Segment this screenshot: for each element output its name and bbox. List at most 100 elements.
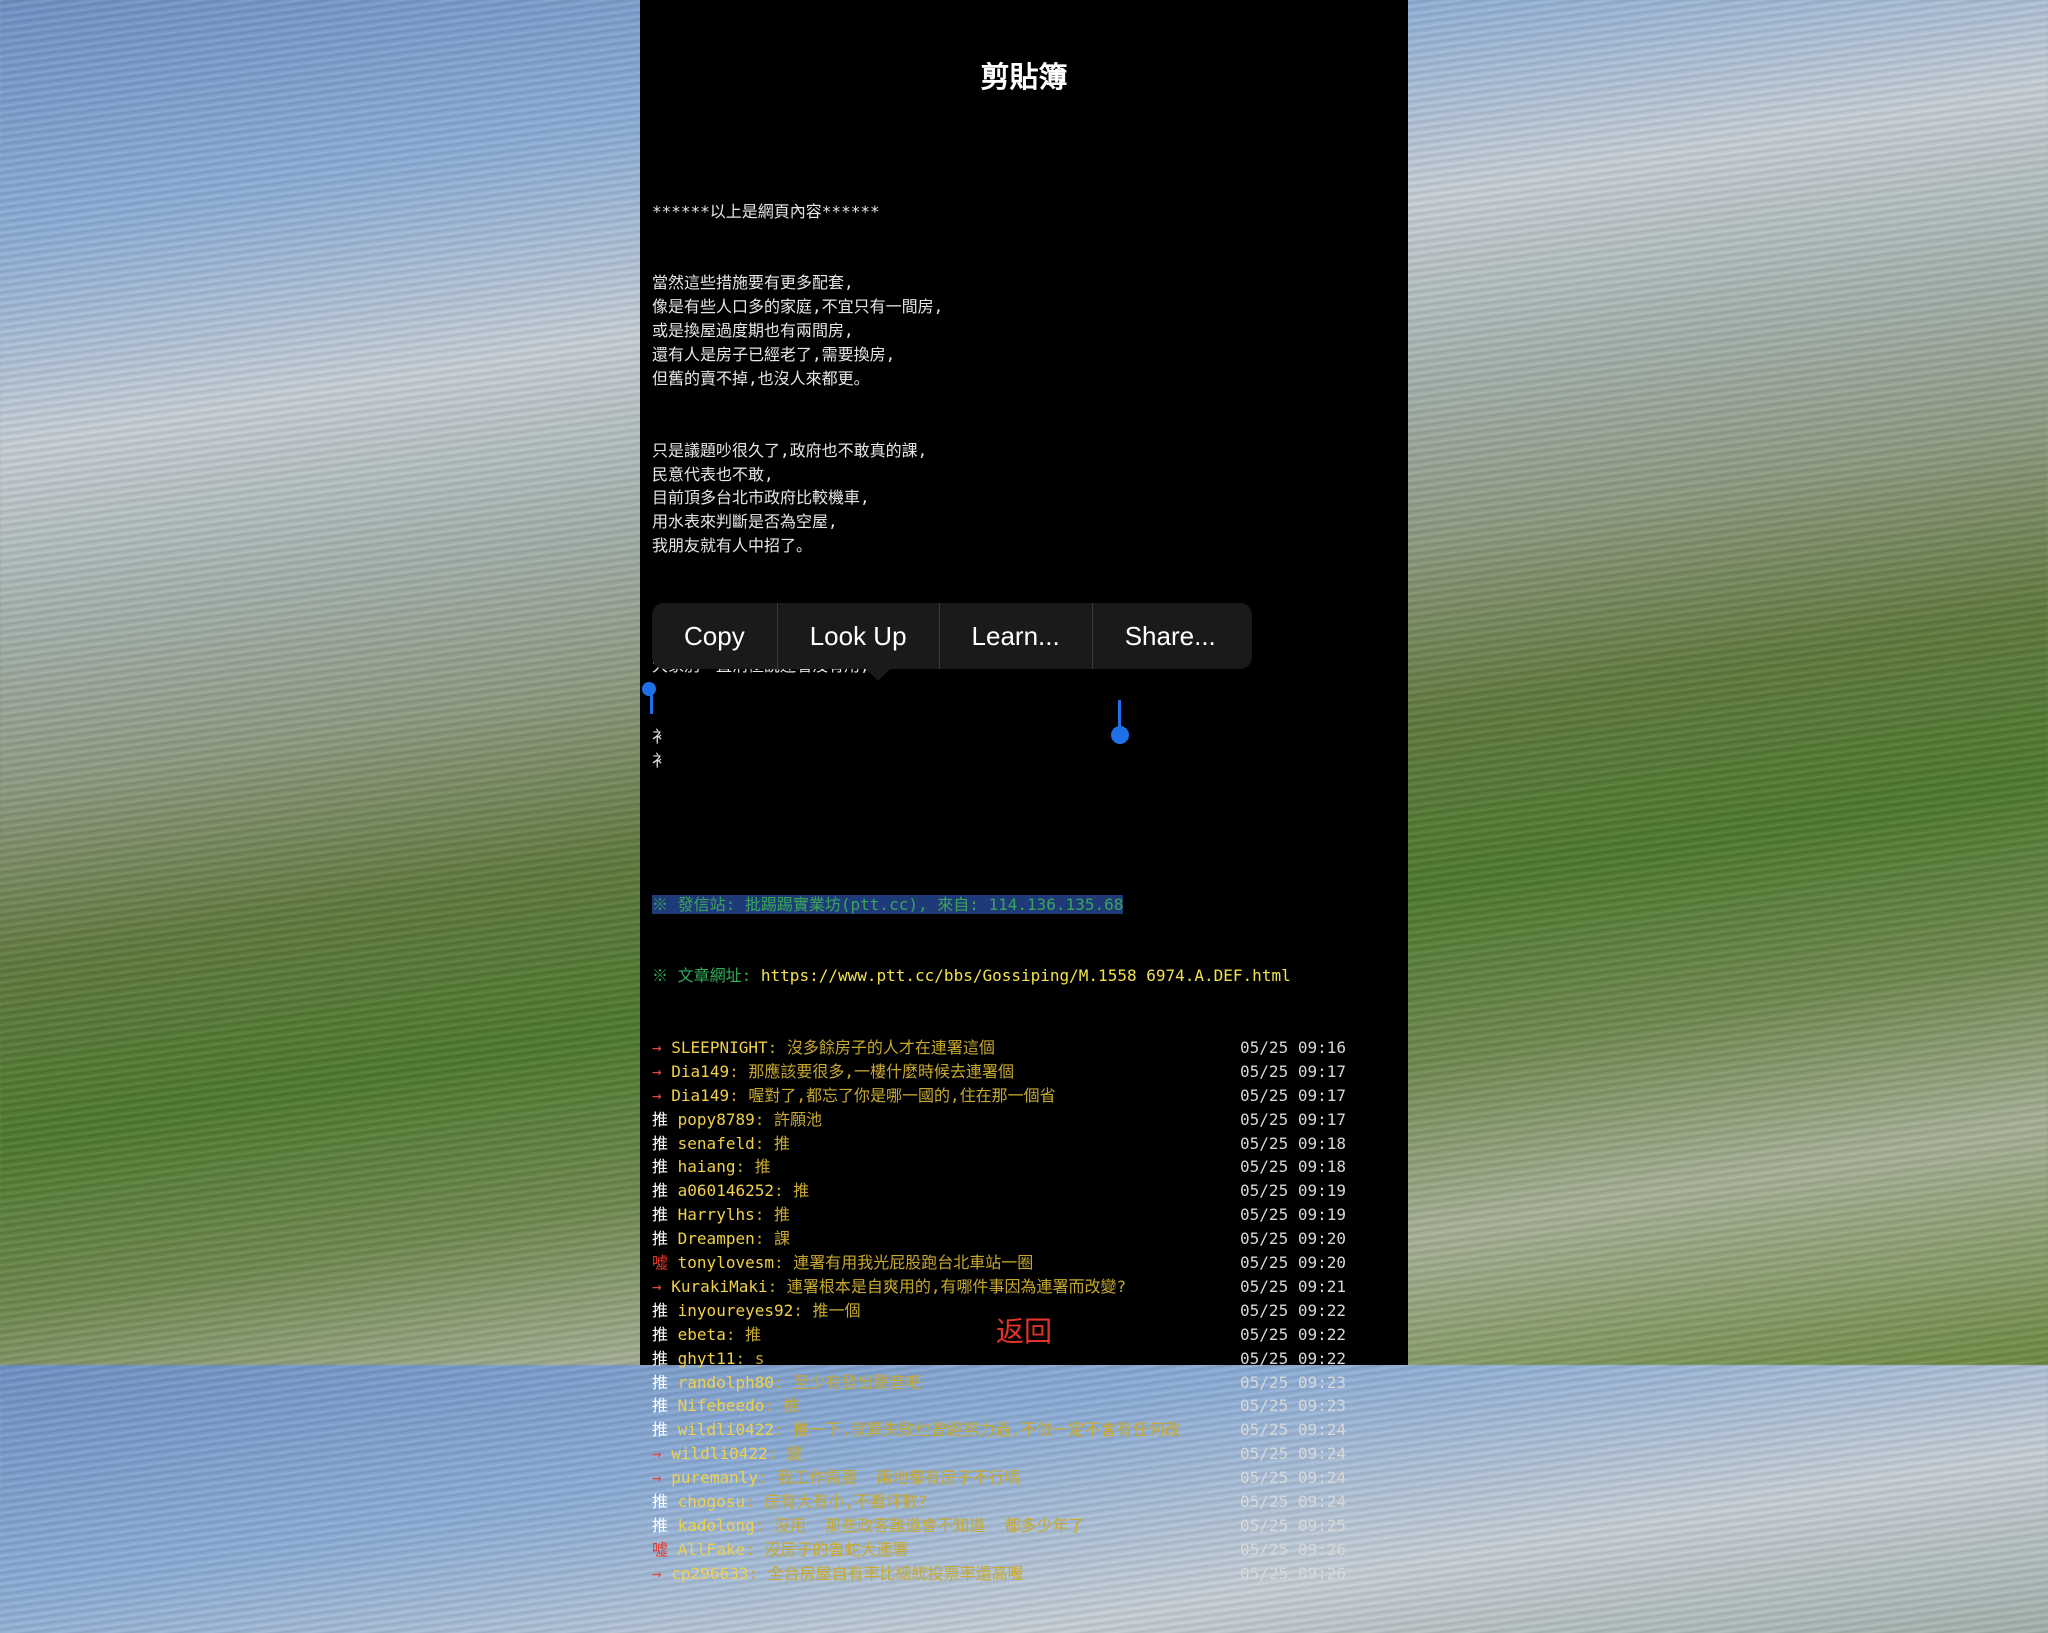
article-line (652, 415, 1402, 439)
comment-row: 推 randolph80: 至少有發出聲音吧 05/25 09:23 (652, 1371, 1402, 1395)
selected-source-text[interactable]: ※ 發信站: 批踢踢實業坊(ptt.cc), 來自: 114.136.135.6… (652, 894, 1124, 914)
comment-time: 05/25 09:22 (1240, 1348, 1346, 1368)
comment-text: : 沒房子的魯蛇大連署 (745, 1539, 909, 1559)
clipboard-screen: 剪貼簿 ******以上是網頁內容****** 當然這些措施要有更多配套, 像是有些… (640, 0, 1408, 1583)
comment-time: 05/25 09:18 (1240, 1157, 1346, 1177)
share-menu-item[interactable]: Share... (1093, 603, 1248, 669)
comment-tag: 噓 (652, 1539, 669, 1559)
article-line: ******以上是網頁內容****** (652, 201, 880, 221)
comment-tag: → (652, 1085, 662, 1105)
comment-time: 05/25 09:23 (1240, 1372, 1346, 1392)
comment-tag: 推 (652, 1515, 669, 1535)
comment-user: tonylovesm (677, 1253, 774, 1273)
comment-row: 推 a060146252: 推 05/25 09:19 (652, 1179, 1402, 1203)
article-line (652, 558, 1402, 582)
comment-time: 05/25 09:20 (1240, 1229, 1346, 1249)
edit-context-menu: Copy Look Up Learn... Share... (652, 603, 1252, 669)
selection-start-knob[interactable] (642, 682, 656, 696)
article-body-obscured: 衤衤 (652, 725, 1402, 773)
comment-tag: → (652, 1468, 662, 1488)
comment-text: : 課 (754, 1229, 790, 1249)
comment-user: senafeld (677, 1133, 755, 1153)
article-line: 只是議題吵很久了,政府也不敢真的課, (652, 440, 928, 460)
comment-row: → cp296633: 全台房屋自有率比總統投票率還高喔 05/25 09:26 (652, 1562, 1402, 1586)
back-button[interactable]: 返回 (640, 1310, 1408, 1350)
comment-text: : 許願池 (754, 1109, 822, 1129)
source-line[interactable]: ※ 發信站: 批踢踢實業坊(ptt.cc), 來自: 114.136.135.6… (652, 893, 1402, 917)
article-line: 當然這些措施要有更多配套, (652, 273, 854, 293)
context-menu-pointer (866, 669, 890, 681)
article-line (652, 247, 1402, 271)
comment-text: : 至少有發出聲音吧 (773, 1372, 922, 1392)
comment-time: 05/25 09:19 (1240, 1205, 1346, 1225)
comment-tag: → (652, 1276, 662, 1296)
comment-row: 推 Dreampen: 課 05/25 09:20 (652, 1227, 1402, 1251)
comment-time: 05/25 09:21 (1240, 1276, 1346, 1296)
comment-time: 05/25 09:24 (1240, 1468, 1346, 1488)
comment-time: 05/25 09:24 (1240, 1420, 1346, 1440)
url-prefix: ※ 文章網址: (652, 966, 761, 986)
comment-user: Dia149 (671, 1085, 730, 1105)
comment-text: : 推 (764, 1396, 800, 1416)
comment-user: kadolong (677, 1515, 755, 1535)
comment-text: : 全台房屋自有率比總統投票率還高喔 (748, 1563, 1024, 1583)
comment-text: : 推 (735, 1157, 771, 1177)
article-line-obscured: 衤 (652, 727, 669, 747)
selection-end-handle[interactable] (1118, 700, 1121, 726)
look-up-menu-item[interactable]: Look Up (778, 603, 940, 669)
copy-menu-item[interactable]: Copy (652, 603, 778, 669)
comment-time: 05/25 09:18 (1240, 1133, 1346, 1153)
comment-row: 推 chogosu: 房有大有小,不看坪數? 05/25 09:24 (652, 1490, 1402, 1514)
comment-tag: 推 (652, 1372, 669, 1392)
comment-tag: 推 (652, 1205, 669, 1225)
comment-user: Dia149 (671, 1061, 730, 1081)
comment-text: : 推 (754, 1205, 790, 1225)
comment-tag: 推 (652, 1109, 669, 1129)
article-line: 還有人是房子已經老了,需要換房, (652, 345, 896, 365)
comment-text: : 推一下,就算失敗也曾經努力過,不做一定不會有任何改 (773, 1420, 1181, 1440)
comment-row: 推 senafeld: 推 05/25 09:18 (652, 1132, 1402, 1156)
comment-row: → wildli0422: 變 05/25 09:24 (652, 1442, 1402, 1466)
url-line[interactable]: ※ 文章網址: https://www.ptt.cc/bbs/Gossiping… (652, 964, 1402, 988)
comment-user: randolph80 (677, 1372, 774, 1392)
comment-text: : 那應該要很多,一樓什麼時候去連署個 (729, 1061, 1014, 1081)
comment-text: : 沒用 那些政客難道會不知道 都多少年了 (754, 1515, 1085, 1535)
comment-tag: → (652, 1038, 662, 1058)
comment-row: 噓 AllFake: 沒房子的魯蛇大連署 05/25 09:26 (652, 1538, 1402, 1562)
comment-user: Nifebeedo (677, 1396, 765, 1416)
comment-row: 推 popy8789: 許願池 05/25 09:17 (652, 1108, 1402, 1132)
comment-user: cp296633 (671, 1563, 749, 1583)
learn-menu-item[interactable]: Learn... (940, 603, 1093, 669)
article-line (652, 391, 1402, 415)
comment-row: → Dia149: 那應該要很多,一樓什麼時候去連署個 05/25 09:17 (652, 1060, 1402, 1084)
article-line: 但舊的賣不掉,也沒人來都更。 (652, 368, 870, 388)
comment-row: 推 Nifebeedo: 推 05/25 09:23 (652, 1394, 1402, 1418)
comment-tag: → (652, 1563, 662, 1583)
comment-row: 噓 tonylovesm: 連署有用我光屁股跑台北車站一圈 05/25 09:20 (652, 1251, 1402, 1275)
comment-row: → KurakiMaki: 連署根本是自爽用的,有哪件事因為連署而改變? 05/2… (652, 1275, 1402, 1299)
clipboard-text[interactable]: ******以上是網頁內容****** 當然這些措施要有更多配套, 像是有些人口多的… (652, 128, 1402, 1633)
comment-row: 推 Harrylhs: 推 05/25 09:19 (652, 1203, 1402, 1227)
comment-user: SLEEPNIGHT (671, 1038, 768, 1058)
comment-tag: 噓 (652, 1253, 669, 1273)
article-url[interactable]: https://www.ptt.cc/bbs/Gossiping/M.1558 … (761, 966, 1291, 985)
comment-text: : 推 (754, 1133, 790, 1153)
comment-time: 05/25 09:17 (1240, 1109, 1346, 1129)
comment-time: 05/25 09:19 (1240, 1181, 1346, 1201)
comment-row: → Dia149: 喔對了,都忘了你是哪一國的,住在那一個省 05/25 09:1… (652, 1084, 1402, 1108)
comment-text: : 喔對了,都忘了你是哪一國的,住在那一個省 (729, 1085, 1056, 1105)
selection-end-knob[interactable] (1111, 726, 1129, 744)
comment-tag: → (652, 1444, 662, 1464)
article-line: 我朋友就有人中招了。 (652, 536, 813, 556)
page-title: 剪貼簿 (980, 60, 1068, 94)
comment-row: 推 kadolong: 沒用 那些政客難道會不知道 都多少年了 05/25 09:… (652, 1514, 1402, 1538)
article-line (652, 224, 1402, 248)
comment-time: 05/25 09:25 (1240, 1515, 1346, 1535)
comment-row: → SLEEPNIGHT: 沒多餘房子的人才在連署這個 05/25 09:16 (652, 1036, 1402, 1060)
article-line: 目前頂多台北市政府比較機車, (652, 488, 870, 508)
comment-user: wildli0422 (677, 1420, 774, 1440)
comment-user: haiang (677, 1157, 736, 1177)
article-line: 用水表來判斷是否為空屋, (652, 512, 838, 532)
comment-text: : 連署有用我光屁股跑台北車站一圈 (773, 1253, 1034, 1273)
